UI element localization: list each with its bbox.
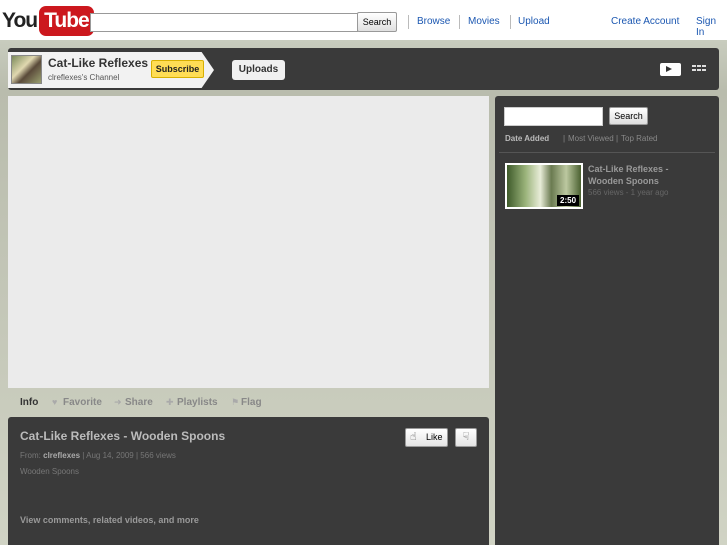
from-label: From: [20,451,41,460]
video-title: Cat-Like Reflexes - Wooden Spoons [20,429,226,443]
dislike-button[interactable]: ☟ [455,428,477,447]
video-player[interactable] [8,96,489,388]
video-meta: From: clreflexes | Aug 14, 2009 | 566 vi… [20,451,176,460]
sidebar-video-title[interactable]: Cat-Like Reflexes - Wooden Spoons [588,163,698,187]
avatar[interactable] [11,55,42,84]
player-view-icon[interactable] [660,63,681,76]
search-button[interactable]: Search [357,12,397,32]
nav-upload[interactable]: Upload [518,16,550,27]
logo-you: You [2,9,38,32]
sidebar-video-meta: 566 views - 1 year ago [588,188,669,197]
upload-date: Aug 14, 2009 [86,451,134,460]
plus-icon: ✚ [166,397,174,407]
sidebar-divider [499,152,715,153]
sort-date-added[interactable]: Date Added [505,134,549,143]
sort-top-rated[interactable]: Top Rated [621,134,657,143]
masthead: You Tube Search Browse Movies Upload Cre… [0,0,727,40]
heart-icon: ♥ [52,397,58,407]
favorite-button[interactable]: Favorite [63,397,102,408]
view-count: 566 views [140,451,176,460]
flag-icon: ⚑ [231,397,240,407]
like-label: Like [426,432,443,442]
like-button[interactable]: ☝ Like [405,428,448,447]
playlists-button[interactable]: Playlists [177,397,218,408]
view-more-link[interactable]: View comments, related videos, and more [20,515,199,525]
sort-most-viewed[interactable]: Most Viewed [568,134,614,143]
nav-separator [510,15,511,29]
thumbs-up-icon: ☝ [410,431,417,443]
create-account-link[interactable]: Create Account [611,16,679,27]
sort-separator: | [616,134,619,143]
uploader-link[interactable]: clreflexes [43,451,80,460]
channel-search-button[interactable]: Search [609,107,648,125]
grid-view-icon[interactable] [692,65,707,75]
thumbs-down-icon: ☟ [462,431,470,443]
channel-subtitle: clreflexes's Channel [48,73,120,82]
youtube-logo[interactable]: You Tube [2,5,94,37]
nav-browse[interactable]: Browse [417,16,450,27]
nav-separator [408,15,409,29]
nav-movies[interactable]: Movies [468,16,500,27]
sign-in-link[interactable]: Sign In [696,16,727,38]
share-button[interactable]: Share [125,397,153,408]
subscribe-button[interactable]: Subscribe [151,60,204,78]
tab-info[interactable]: Info [20,397,38,408]
channel-title[interactable]: Cat-Like Reflexes [48,56,148,70]
flag-button[interactable]: Flag [241,397,262,408]
logo-tube: Tube [39,6,94,36]
channel-search-input[interactable] [504,107,603,126]
uploads-tab[interactable]: Uploads [232,60,285,80]
duration-badge: 2:50 [557,195,580,206]
video-description: Wooden Spoons [20,467,80,476]
share-arrow-icon: ➜ [114,397,122,407]
nav-separator [459,15,460,29]
sort-separator: | [563,134,566,143]
search-input[interactable] [90,13,358,32]
